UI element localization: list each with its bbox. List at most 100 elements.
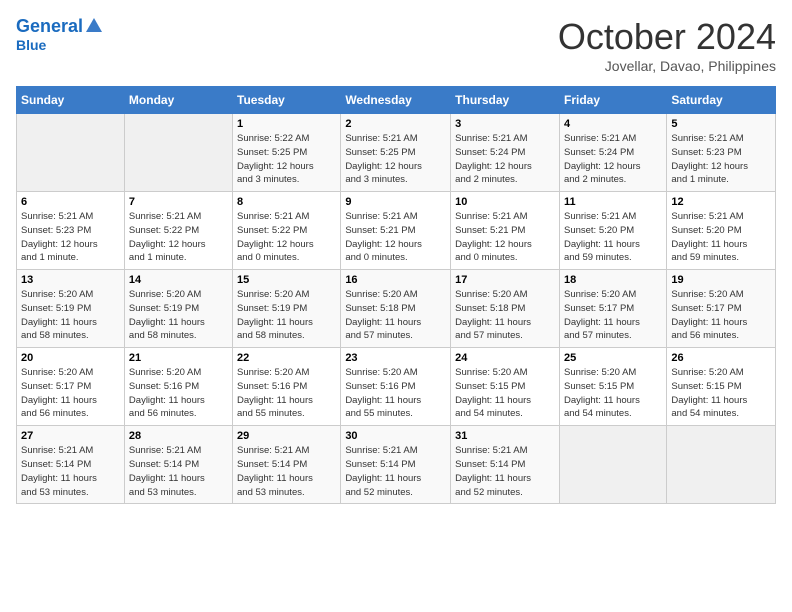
calendar-cell: 5Sunrise: 5:21 AM Sunset: 5:23 PM Daylig…	[667, 114, 776, 192]
day-detail: Sunrise: 5:20 AM Sunset: 5:17 PM Dayligh…	[564, 288, 662, 343]
day-number: 26	[671, 352, 771, 364]
calendar-cell: 15Sunrise: 5:20 AM Sunset: 5:19 PM Dayli…	[233, 270, 341, 348]
calendar-cell: 28 Sunrise: 5:21 AM Sunset: 5:14 PM Dayli…	[124, 426, 232, 504]
calendar-cell: 16 Sunrise: 5:20 AM Sunset: 5:18 PM Dayli…	[341, 270, 451, 348]
calendar-cell: 20Sunrise: 5:20 AM Sunset: 5:17 PM Dayli…	[17, 348, 125, 426]
calendar-cell: 11 Sunrise: 5:21 AM Sunset: 5:20 PM Dayli…	[559, 192, 666, 270]
calendar-cell	[124, 114, 232, 192]
day-detail: Sunrise: 5:20 AM Sunset: 5:16 PM Dayligh…	[129, 366, 228, 421]
day-number: 30	[345, 430, 446, 442]
day-number: 23	[345, 352, 446, 364]
calendar-cell: 4 Sunrise: 5:21 AM Sunset: 5:24 PM Daylig…	[559, 114, 666, 192]
calendar-cell: 29Sunrise: 5:21 AM Sunset: 5:14 PM Dayli…	[233, 426, 341, 504]
calendar-cell: 19 Sunrise: 5:20 AM Sunset: 5:17 PM Dayli…	[667, 270, 776, 348]
day-detail: Sunrise: 5:20 AM Sunset: 5:16 PM Dayligh…	[345, 366, 446, 421]
calendar-cell: 13 Sunrise: 5:20 AM Sunset: 5:19 PM Dayli…	[17, 270, 125, 348]
day-number: 10	[455, 196, 555, 208]
day-number: 4	[564, 118, 662, 130]
day-detail: Sunrise: 5:21 AM Sunset: 5:21 PM Dayligh…	[345, 210, 446, 265]
calendar-table: SundayMondayTuesdayWednesdayThursdayFrid…	[16, 86, 776, 504]
calendar-week-1: 1 Sunrise: 5:22 AM Sunset: 5:25 PM Daylig…	[17, 114, 776, 192]
day-detail: Sunrise: 5:20 AM Sunset: 5:17 PM Dayligh…	[21, 366, 120, 421]
day-number: 31	[455, 430, 555, 442]
weekday-header-row: SundayMondayTuesdayWednesdayThursdayFrid…	[17, 87, 776, 114]
calendar-cell: 12 Sunrise: 5:21 AM Sunset: 5:20 PM Dayli…	[667, 192, 776, 270]
day-number: 16	[345, 274, 446, 286]
calendar-week-2: 6 Sunrise: 5:21 AM Sunset: 5:23 PM Daylig…	[17, 192, 776, 270]
day-number: 11	[564, 196, 662, 208]
calendar-cell: 26Sunrise: 5:20 AM Sunset: 5:15 PM Dayli…	[667, 348, 776, 426]
day-number: 27	[21, 430, 120, 442]
logo: General Blue	[16, 16, 102, 55]
calendar-cell: 23 Sunrise: 5:20 AM Sunset: 5:16 PM Dayli…	[341, 348, 451, 426]
day-number: 9	[345, 196, 446, 208]
calendar-cell: 21 Sunrise: 5:20 AM Sunset: 5:16 PM Dayli…	[124, 348, 232, 426]
day-number: 28	[129, 430, 228, 442]
day-detail: Sunrise: 5:21 AM Sunset: 5:24 PM Dayligh…	[455, 132, 555, 187]
calendar-week-4: 20Sunrise: 5:20 AM Sunset: 5:17 PM Dayli…	[17, 348, 776, 426]
month-title: October 2024	[558, 16, 776, 58]
day-number: 12	[671, 196, 771, 208]
header: General Blue October 2024 Jovellar, Dava…	[16, 16, 776, 74]
weekday-header-tuesday: Tuesday	[233, 87, 341, 114]
day-detail: Sunrise: 5:21 AM Sunset: 5:14 PM Dayligh…	[129, 444, 228, 499]
day-detail: Sunrise: 5:21 AM Sunset: 5:20 PM Dayligh…	[671, 210, 771, 265]
day-number: 17	[455, 274, 555, 286]
day-number: 2	[345, 118, 446, 130]
logo-general: General	[16, 16, 83, 37]
calendar-cell: 18Sunrise: 5:20 AM Sunset: 5:17 PM Dayli…	[559, 270, 666, 348]
calendar-cell: 14 Sunrise: 5:20 AM Sunset: 5:19 PM Dayli…	[124, 270, 232, 348]
day-number: 8	[237, 196, 336, 208]
day-detail: Sunrise: 5:21 AM Sunset: 5:22 PM Dayligh…	[129, 210, 228, 265]
calendar-cell: 8 Sunrise: 5:21 AM Sunset: 5:22 PM Daylig…	[233, 192, 341, 270]
calendar-cell: 22Sunrise: 5:20 AM Sunset: 5:16 PM Dayli…	[233, 348, 341, 426]
day-number: 13	[21, 274, 120, 286]
calendar-cell: 10 Sunrise: 5:21 AM Sunset: 5:21 PM Dayli…	[451, 192, 560, 270]
day-detail: Sunrise: 5:21 AM Sunset: 5:22 PM Dayligh…	[237, 210, 336, 265]
day-detail: Sunrise: 5:21 AM Sunset: 5:14 PM Dayligh…	[21, 444, 120, 499]
calendar-cell: 25 Sunrise: 5:20 AM Sunset: 5:15 PM Dayli…	[559, 348, 666, 426]
day-detail: Sunrise: 5:20 AM Sunset: 5:15 PM Dayligh…	[564, 366, 662, 421]
calendar-cell: 27 Sunrise: 5:21 AM Sunset: 5:14 PM Dayli…	[17, 426, 125, 504]
day-number: 1	[237, 118, 336, 130]
weekday-header-thursday: Thursday	[451, 87, 560, 114]
day-detail: Sunrise: 5:21 AM Sunset: 5:23 PM Dayligh…	[21, 210, 120, 265]
day-detail: Sunrise: 5:21 AM Sunset: 5:25 PM Dayligh…	[345, 132, 446, 187]
calendar-cell: 9 Sunrise: 5:21 AM Sunset: 5:21 PM Daylig…	[341, 192, 451, 270]
day-detail: Sunrise: 5:21 AM Sunset: 5:21 PM Dayligh…	[455, 210, 555, 265]
calendar-cell: 2 Sunrise: 5:21 AM Sunset: 5:25 PM Daylig…	[341, 114, 451, 192]
calendar-week-3: 13 Sunrise: 5:20 AM Sunset: 5:19 PM Dayli…	[17, 270, 776, 348]
day-detail: Sunrise: 5:20 AM Sunset: 5:19 PM Dayligh…	[21, 288, 120, 343]
day-number: 5	[671, 118, 771, 130]
day-number: 3	[455, 118, 555, 130]
logo-blue-text: Blue	[16, 37, 46, 53]
day-detail: Sunrise: 5:20 AM Sunset: 5:19 PM Dayligh…	[129, 288, 228, 343]
calendar-cell	[559, 426, 666, 504]
day-detail: Sunrise: 5:21 AM Sunset: 5:14 PM Dayligh…	[455, 444, 555, 499]
day-detail: Sunrise: 5:20 AM Sunset: 5:19 PM Dayligh…	[237, 288, 336, 343]
calendar-cell: 17Sunrise: 5:20 AM Sunset: 5:18 PM Dayli…	[451, 270, 560, 348]
day-detail: Sunrise: 5:22 AM Sunset: 5:25 PM Dayligh…	[237, 132, 336, 187]
calendar-week-5: 27 Sunrise: 5:21 AM Sunset: 5:14 PM Dayli…	[17, 426, 776, 504]
day-detail: Sunrise: 5:20 AM Sunset: 5:15 PM Dayligh…	[455, 366, 555, 421]
day-number: 22	[237, 352, 336, 364]
calendar-cell: 31 Sunrise: 5:21 AM Sunset: 5:14 PM Dayli…	[451, 426, 560, 504]
weekday-header-wednesday: Wednesday	[341, 87, 451, 114]
day-number: 6	[21, 196, 120, 208]
calendar-cell: 6 Sunrise: 5:21 AM Sunset: 5:23 PM Daylig…	[17, 192, 125, 270]
day-number: 14	[129, 274, 228, 286]
weekday-header-saturday: Saturday	[667, 87, 776, 114]
day-number: 21	[129, 352, 228, 364]
day-number: 19	[671, 274, 771, 286]
day-number: 25	[564, 352, 662, 364]
title-area: October 2024 Jovellar, Davao, Philippine…	[558, 16, 776, 74]
day-detail: Sunrise: 5:20 AM Sunset: 5:17 PM Dayligh…	[671, 288, 771, 343]
weekday-header-monday: Monday	[124, 87, 232, 114]
day-detail: Sunrise: 5:21 AM Sunset: 5:14 PM Dayligh…	[345, 444, 446, 499]
day-detail: Sunrise: 5:21 AM Sunset: 5:24 PM Dayligh…	[564, 132, 662, 187]
logo-triangle-icon	[86, 18, 102, 32]
day-detail: Sunrise: 5:20 AM Sunset: 5:18 PM Dayligh…	[345, 288, 446, 343]
calendar-cell: 30 Sunrise: 5:21 AM Sunset: 5:14 PM Dayli…	[341, 426, 451, 504]
day-detail: Sunrise: 5:21 AM Sunset: 5:20 PM Dayligh…	[564, 210, 662, 265]
calendar-cell: 1 Sunrise: 5:22 AM Sunset: 5:25 PM Daylig…	[233, 114, 341, 192]
